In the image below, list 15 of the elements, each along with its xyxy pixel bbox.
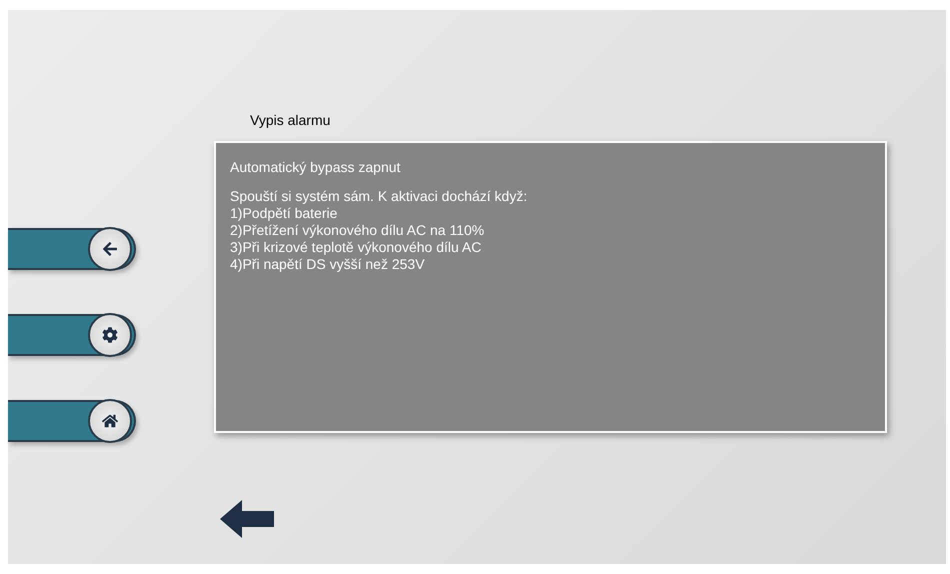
alarm-text-line: 2)Přetížení výkonového dílu AC na 110% [230, 222, 486, 239]
gear-icon [102, 327, 118, 343]
arrow-left-icon [220, 500, 274, 538]
page-title: Vypis alarmu [250, 111, 332, 130]
settings-button[interactable] [8, 314, 136, 356]
home-button[interactable] [8, 400, 136, 442]
arrow-left-icon [102, 241, 118, 257]
alarm-text-line: 1)Podpětí baterie [230, 205, 338, 222]
house-icon [102, 413, 118, 429]
alarm-heading: Automatický bypass zapnut [230, 158, 402, 177]
back-button[interactable] [8, 228, 136, 270]
alarm-text-line: 4)Při napětí DS vyšší než 253V [230, 256, 426, 273]
alarm-text-line: 3)Při krizové teplotě výkonového dílu AC [230, 239, 482, 256]
back-button[interactable] [220, 499, 276, 539]
alarm-text-line: Spouští si systém sám. K aktivaci dochází když: [230, 188, 528, 205]
